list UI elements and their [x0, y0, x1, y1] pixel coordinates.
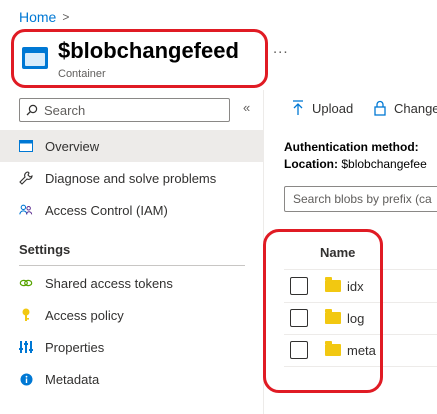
sidebar-item-label: Shared access tokens — [45, 275, 173, 291]
sidebar-item-shared-access-tokens[interactable]: Shared access tokens — [0, 267, 263, 299]
location-line: Location: $blobchangefee — [284, 157, 427, 171]
sidebar-search-placeholder: Search — [44, 102, 86, 118]
breadcrumb-separator-icon: > — [62, 10, 70, 24]
sidebar-item-label: Overview — [45, 138, 100, 154]
key-icon — [19, 308, 33, 322]
sidebar-item-label: Metadata — [45, 371, 100, 387]
more-options-button[interactable]: ... — [273, 40, 289, 57]
sidebar-item-diagnose[interactable]: Diagnose and solve problems — [0, 162, 263, 194]
lock-icon — [374, 100, 386, 116]
settings-heading: Settings — [19, 242, 71, 257]
link-icon — [19, 276, 33, 290]
highlight-ring-title — [11, 29, 268, 88]
location-label: Location: — [284, 157, 338, 171]
location-value: $blobchangefee — [341, 157, 427, 171]
settings-divider — [19, 265, 245, 266]
sidebar-item-metadata[interactable]: Metadata — [0, 363, 263, 395]
info-icon — [19, 372, 33, 386]
breadcrumb-home-link[interactable]: Home — [19, 9, 56, 25]
sidebar-item-label: Access Control (IAM) — [45, 202, 168, 218]
sidebar-item-label: Properties — [45, 339, 105, 355]
sidebar-item-overview[interactable]: Overview — [0, 130, 263, 162]
wrench-icon — [19, 171, 33, 185]
upload-button[interactable]: Upload — [292, 100, 353, 116]
properties-icon — [19, 340, 33, 354]
blob-prefix-search-input[interactable]: Search blobs by prefix (ca — [284, 186, 437, 212]
breadcrumb: Home > — [19, 9, 69, 25]
sidebar-item-label: Diagnose and solve problems — [45, 170, 217, 186]
change-label: Change — [394, 100, 437, 116]
search-icon — [26, 104, 38, 116]
overview-icon — [19, 139, 33, 153]
sidebar-search-input[interactable]: Search — [19, 98, 230, 122]
people-icon — [19, 203, 33, 217]
upload-label: Upload — [312, 100, 354, 116]
collapse-sidebar-button[interactable]: « — [243, 100, 250, 115]
sidebar-item-properties[interactable]: Properties — [0, 331, 263, 363]
change-access-button[interactable]: Change — [374, 100, 437, 116]
sidebar-item-access-policy[interactable]: Access policy — [0, 299, 263, 331]
upload-icon — [293, 100, 303, 115]
auth-method-label: Authentication method: — [284, 140, 419, 154]
sidebar-item-access-control[interactable]: Access Control (IAM) — [0, 194, 263, 226]
sidebar-item-label: Access policy — [45, 307, 124, 323]
highlight-ring-folders — [263, 229, 383, 393]
auth-method-line: Authentication method: — [284, 140, 419, 154]
